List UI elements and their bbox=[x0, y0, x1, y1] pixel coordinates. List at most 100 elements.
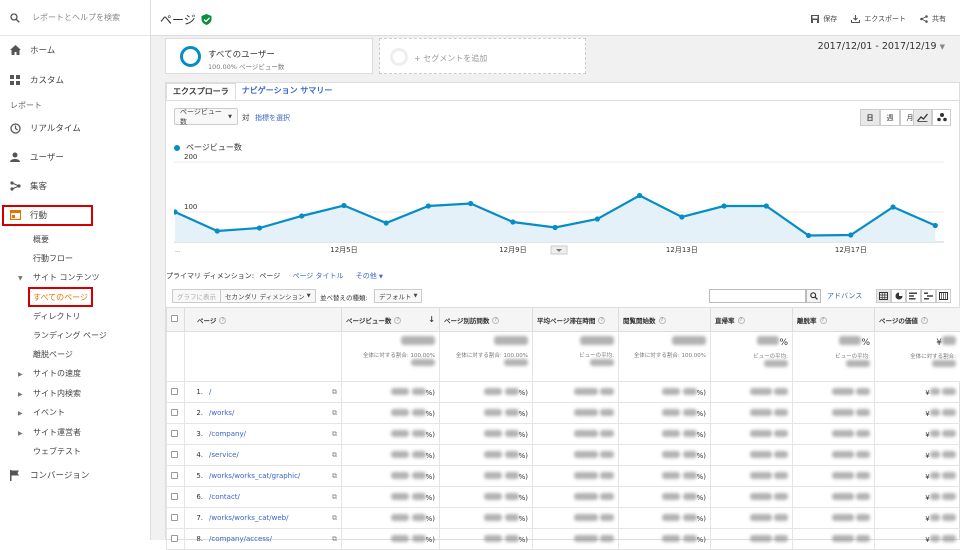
page-link[interactable]: /company/access/ bbox=[209, 535, 272, 543]
row-checkbox[interactable] bbox=[171, 493, 178, 500]
row-checkbox[interactable] bbox=[171, 409, 178, 416]
col-page-value[interactable]: ページの価値? bbox=[875, 308, 960, 332]
sidebar-item-publisher[interactable]: ▶サイト運営者 bbox=[18, 426, 81, 440]
table-row[interactable]: 8./company/access/⧉ %) %) %) ¥ bbox=[167, 529, 960, 550]
table-search-input[interactable] bbox=[709, 289, 806, 303]
help-icon[interactable]: ? bbox=[394, 317, 401, 324]
sidebar-item-exit[interactable]: 離脱ページ bbox=[33, 348, 73, 362]
dimension-other-option[interactable]: その他 ▼ bbox=[356, 272, 383, 280]
sidebar-item-site-search[interactable]: ▶サイト内検索 bbox=[18, 387, 81, 401]
col-bounce-rate[interactable]: 直帰率? bbox=[711, 308, 793, 332]
page-cell: 8./company/access/⧉ bbox=[185, 529, 342, 550]
help-icon[interactable]: ? bbox=[659, 317, 666, 324]
sidebar-item-site-speed[interactable]: ▶サイトの速度 bbox=[18, 367, 81, 381]
motion-chart-button[interactable] bbox=[932, 109, 951, 126]
sidebar-item-home[interactable]: ホーム bbox=[0, 39, 150, 61]
sidebar-item-overview[interactable]: 概要 bbox=[33, 233, 49, 247]
col-avg-time[interactable]: 平均ページ滞在時間? bbox=[533, 308, 619, 332]
period-day-button[interactable]: 日 bbox=[860, 109, 880, 126]
export-button[interactable]: エクスポート bbox=[851, 14, 906, 24]
sort-type-select[interactable]: デフォルト ▼ bbox=[374, 289, 422, 303]
sidebar-search[interactable]: レポートとヘルプを検索 bbox=[0, 0, 150, 36]
plot-rows-button[interactable]: グラフに表示 bbox=[172, 289, 221, 303]
open-page-icon[interactable]: ⧉ bbox=[332, 451, 337, 460]
select-all-header bbox=[167, 308, 185, 332]
row-checkbox[interactable] bbox=[171, 535, 178, 542]
dimension-page-option[interactable]: ページ bbox=[259, 272, 280, 280]
sidebar-item-directory[interactable]: ディレクトリ bbox=[33, 310, 80, 324]
open-page-icon[interactable]: ⧉ bbox=[332, 514, 337, 523]
percentage-view-button[interactable] bbox=[891, 289, 906, 303]
select-metric-link[interactable]: 指標を選択 bbox=[255, 113, 290, 123]
sidebar-item-events[interactable]: ▶イベント bbox=[18, 406, 65, 420]
help-icon[interactable]: ? bbox=[219, 317, 226, 324]
period-week-button[interactable]: 週 bbox=[880, 109, 900, 126]
tab-explorer[interactable]: エクスプローラ bbox=[166, 83, 236, 100]
col-page[interactable]: ページ? bbox=[185, 308, 342, 332]
comparison-view-button[interactable] bbox=[921, 289, 936, 303]
sidebar-item-site-content[interactable]: ▼サイト コンテンツ bbox=[18, 271, 100, 285]
sidebar-item-experiments[interactable]: ウェブテスト bbox=[33, 445, 81, 459]
data-view-button[interactable] bbox=[876, 289, 891, 303]
table-row[interactable]: 2./works/⧉ %) %) %) ¥ bbox=[167, 403, 960, 424]
page-link[interactable]: /works/ bbox=[209, 409, 234, 417]
row-checkbox[interactable] bbox=[171, 451, 178, 458]
open-page-icon[interactable]: ⧉ bbox=[332, 472, 337, 481]
col-entrances[interactable]: 閲覧開始数? bbox=[619, 308, 711, 332]
help-icon[interactable]: ? bbox=[492, 317, 499, 324]
help-icon[interactable]: ? bbox=[598, 317, 605, 324]
open-page-icon[interactable]: ⧉ bbox=[332, 493, 337, 502]
tab-navigation-summary[interactable]: ナビゲーション サマリー bbox=[236, 83, 339, 100]
row-checkbox[interactable] bbox=[171, 388, 178, 395]
help-icon[interactable]: ? bbox=[738, 317, 745, 324]
sidebar-item-custom[interactable]: カスタム bbox=[0, 69, 150, 91]
table-row[interactable]: 7./works/works_cat/web/⧉ %) %) %) ¥ bbox=[167, 508, 960, 529]
select-all-checkbox[interactable] bbox=[171, 315, 178, 322]
segment-all-users[interactable]: すべてのユーザー 100.00% ページビュー数 bbox=[165, 38, 373, 74]
col-unique-pageviews[interactable]: ページ別訪問数? bbox=[440, 308, 533, 332]
table-row[interactable]: 6./contact/⧉ %) %) %) ¥ bbox=[167, 487, 960, 508]
secondary-dimension-select[interactable]: セカンダリ ディメンション ▼ bbox=[220, 289, 316, 303]
open-page-icon[interactable]: ⧉ bbox=[332, 388, 337, 397]
page-link[interactable]: /company/ bbox=[209, 430, 246, 438]
row-checkbox[interactable] bbox=[171, 514, 178, 521]
sidebar-item-conversions[interactable]: コンバージョン bbox=[0, 464, 150, 486]
page-link[interactable]: /works/works_cat/web/ bbox=[209, 514, 288, 522]
save-button[interactable]: 保存 bbox=[811, 14, 837, 24]
sidebar-item-flow[interactable]: 行動フロー bbox=[33, 252, 73, 266]
line-chart-button[interactable] bbox=[913, 109, 932, 126]
table-row[interactable]: 1./⧉ %) %) %) ¥ bbox=[167, 382, 960, 403]
open-page-icon[interactable]: ⧉ bbox=[332, 409, 337, 418]
page-link[interactable]: /contact/ bbox=[209, 493, 240, 501]
advanced-filter-link[interactable]: アドバンス bbox=[827, 291, 862, 301]
unique-pageviews-cell: %) bbox=[440, 382, 533, 403]
performance-view-button[interactable] bbox=[906, 289, 921, 303]
table-row[interactable]: 4./service/⧉ %) %) %) ¥ bbox=[167, 445, 960, 466]
sidebar-item-users[interactable]: ユーザー bbox=[0, 146, 150, 168]
date-range-picker[interactable]: 2017/12/01 - 2017/12/19 ▼ bbox=[818, 41, 945, 52]
dimension-page-title-option[interactable]: ページ タイトル bbox=[292, 272, 343, 280]
help-icon[interactable]: ? bbox=[921, 317, 928, 324]
col-pageviews[interactable]: ページビュー数?↓ bbox=[342, 308, 440, 332]
page-value-cell: ¥ bbox=[875, 382, 960, 403]
pivot-view-button[interactable] bbox=[936, 289, 951, 303]
open-page-icon[interactable]: ⧉ bbox=[332, 535, 337, 544]
add-segment-button[interactable]: + セグメントを追加 bbox=[379, 38, 586, 74]
page-link[interactable]: / bbox=[209, 388, 211, 396]
row-checkbox[interactable] bbox=[171, 430, 178, 437]
open-page-icon[interactable]: ⧉ bbox=[332, 430, 337, 439]
sidebar-item-acquisition[interactable]: 集客 bbox=[0, 175, 150, 197]
table-row[interactable]: 3./company/⧉ %) %) %) ¥ bbox=[167, 424, 960, 445]
sidebar-item-landing[interactable]: ランディング ページ bbox=[33, 329, 107, 343]
percent-suffix: %) bbox=[426, 494, 435, 502]
row-checkbox[interactable] bbox=[171, 472, 178, 479]
table-search-button[interactable] bbox=[806, 289, 821, 303]
help-icon[interactable]: ? bbox=[820, 317, 827, 324]
table-row[interactable]: 5./works/works_cat/graphic/⧉ %) %) %) ¥ bbox=[167, 466, 960, 487]
sidebar-item-realtime[interactable]: リアルタイム bbox=[0, 117, 150, 139]
page-link[interactable]: /service/ bbox=[209, 451, 239, 459]
col-exit-rate[interactable]: 離脱率? bbox=[793, 308, 875, 332]
share-button[interactable]: 共有 bbox=[920, 14, 946, 24]
metric-select[interactable]: ページビュー数 ▼ bbox=[174, 108, 238, 125]
page-link[interactable]: /works/works_cat/graphic/ bbox=[209, 472, 300, 480]
